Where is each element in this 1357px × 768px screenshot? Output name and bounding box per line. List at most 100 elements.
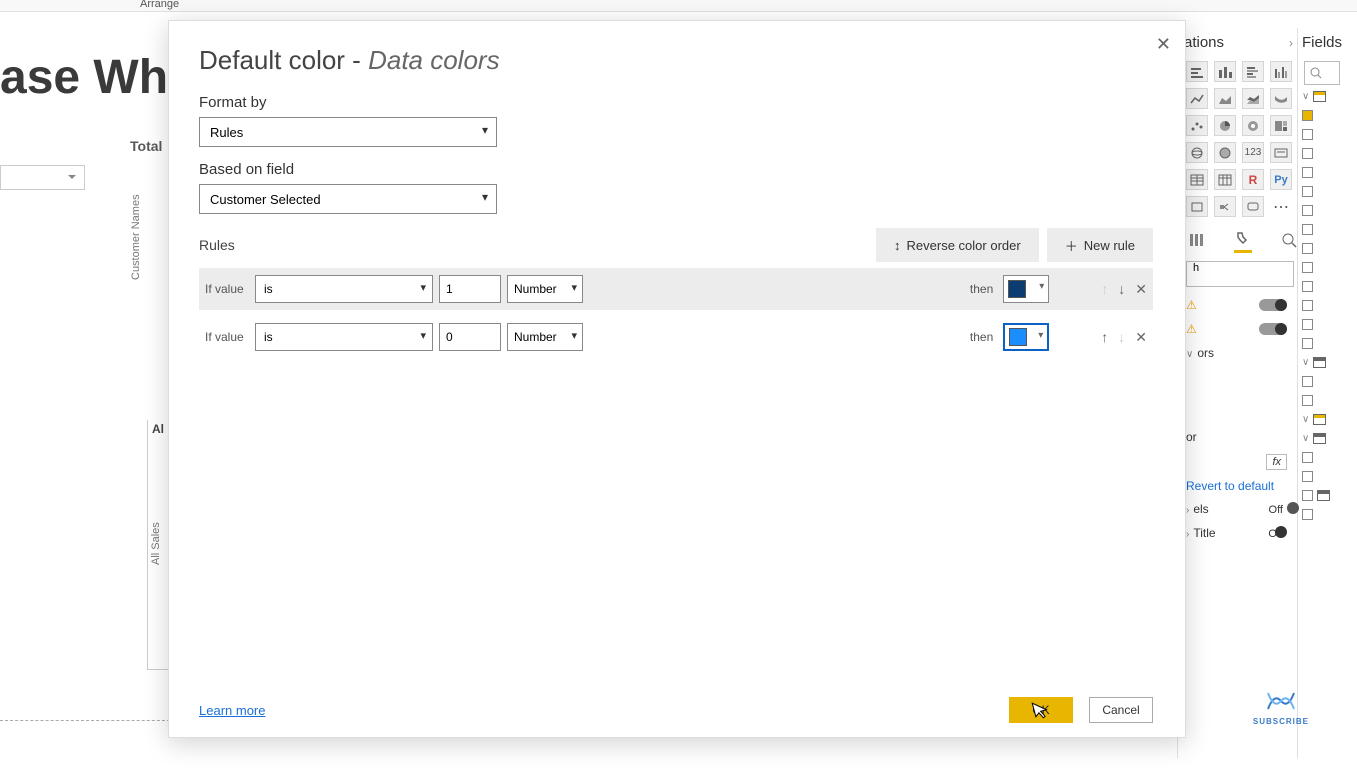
- field-item[interactable]: [1302, 262, 1353, 273]
- viz-pie-icon[interactable]: [1214, 115, 1236, 136]
- rule-value-input[interactable]: [439, 275, 501, 303]
- viz-scatter-icon[interactable]: [1186, 115, 1208, 136]
- field-item[interactable]: ∨: [1302, 414, 1353, 425]
- learn-more-link[interactable]: Learn more: [199, 703, 265, 718]
- analytics-tab-icon[interactable]: [1280, 231, 1298, 253]
- based-on-field-select[interactable]: Customer Selected: [199, 184, 497, 214]
- new-rule-button[interactable]: ＋ New rule: [1047, 228, 1153, 262]
- checkbox-icon[interactable]: [1302, 167, 1313, 178]
- move-up-icon[interactable]: ↑: [1101, 330, 1108, 344]
- rule-type-select[interactable]: Number: [507, 323, 583, 351]
- field-item[interactable]: [1302, 395, 1353, 406]
- rule-operator-select[interactable]: is: [255, 275, 433, 303]
- rule-operator-select[interactable]: is: [255, 323, 433, 351]
- field-item[interactable]: [1302, 243, 1353, 254]
- field-item[interactable]: [1302, 281, 1353, 292]
- format-data-labels-row[interactable]: ›els Off: [1184, 497, 1289, 521]
- delete-rule-icon[interactable]: ✕: [1135, 282, 1147, 296]
- format-tab-icon[interactable]: [1234, 231, 1252, 253]
- field-item[interactable]: [1302, 167, 1353, 178]
- delete-rule-icon[interactable]: ✕: [1135, 330, 1147, 344]
- viz-qa-icon[interactable]: [1242, 196, 1264, 217]
- viz-table-icon[interactable]: [1186, 169, 1208, 190]
- viz-card-icon[interactable]: [1270, 142, 1292, 163]
- field-item[interactable]: [1302, 205, 1353, 216]
- viz-decomposition-icon[interactable]: [1214, 196, 1236, 217]
- format-slider-row[interactable]: ⚠: [1184, 317, 1289, 341]
- checkbox-icon[interactable]: [1302, 129, 1313, 140]
- fields-search-input[interactable]: [1304, 61, 1340, 85]
- reverse-color-order-button[interactable]: ↕ Reverse color order: [876, 228, 1039, 262]
- format-title-row[interactable]: ›Title On: [1184, 521, 1289, 545]
- close-icon[interactable]: ✕: [1156, 35, 1171, 53]
- viz-key-influencers-icon[interactable]: [1186, 196, 1208, 217]
- field-item[interactable]: [1302, 319, 1353, 330]
- checkbox-icon[interactable]: [1302, 186, 1313, 197]
- rule-type-select[interactable]: Number: [507, 275, 583, 303]
- checkbox-icon[interactable]: [1302, 452, 1313, 463]
- rule-color-picker[interactable]: [1003, 275, 1049, 303]
- rule-value-input[interactable]: [439, 323, 501, 351]
- ok-button[interactable]: OK: [1009, 697, 1073, 723]
- checkbox-icon[interactable]: [1302, 243, 1313, 254]
- checkbox-icon[interactable]: [1302, 224, 1313, 235]
- format-search-input[interactable]: [1186, 261, 1294, 287]
- field-item[interactable]: [1302, 509, 1353, 520]
- checkbox-icon[interactable]: [1302, 148, 1313, 159]
- collapse-icon[interactable]: ›: [1289, 36, 1293, 50]
- viz-stacked-area-icon[interactable]: [1242, 88, 1264, 109]
- format-by-select[interactable]: Rules: [199, 117, 497, 147]
- viz-area-icon[interactable]: [1214, 88, 1236, 109]
- field-item[interactable]: ∨: [1302, 91, 1353, 102]
- fields-tab-icon[interactable]: [1188, 231, 1206, 253]
- cancel-button[interactable]: Cancel: [1089, 697, 1153, 723]
- field-item[interactable]: [1302, 471, 1353, 482]
- viz-column-icon[interactable]: [1214, 61, 1236, 82]
- checkbox-icon[interactable]: [1302, 376, 1313, 387]
- move-down-icon[interactable]: ↓: [1118, 282, 1125, 296]
- viz-map-icon[interactable]: [1186, 142, 1208, 163]
- field-item[interactable]: [1302, 224, 1353, 235]
- viz-matrix-icon[interactable]: [1214, 169, 1236, 190]
- ribbon-arrange-label[interactable]: Arrange: [140, 0, 179, 10]
- viz-donut-icon[interactable]: [1242, 115, 1264, 136]
- field-item[interactable]: [1302, 110, 1353, 121]
- format-slider-row[interactable]: ⚠: [1184, 293, 1289, 317]
- field-item[interactable]: [1302, 490, 1353, 501]
- field-item[interactable]: [1302, 300, 1353, 311]
- field-item[interactable]: [1302, 376, 1353, 387]
- field-item[interactable]: [1302, 338, 1353, 349]
- viz-clustered-column-icon[interactable]: [1270, 61, 1292, 82]
- checkbox-icon[interactable]: [1302, 110, 1313, 121]
- toggle-icon[interactable]: [1259, 323, 1287, 335]
- checkbox-icon[interactable]: [1302, 490, 1313, 501]
- field-item[interactable]: [1302, 186, 1353, 197]
- viz-filled-map-icon[interactable]: [1214, 142, 1236, 163]
- checkbox-icon[interactable]: [1302, 338, 1313, 349]
- viz-treemap-icon[interactable]: [1270, 115, 1292, 136]
- format-default-color-row[interactable]: or: [1184, 425, 1289, 449]
- checkbox-icon[interactable]: [1302, 509, 1313, 520]
- checkbox-icon[interactable]: [1302, 471, 1313, 482]
- checkbox-icon[interactable]: [1302, 395, 1313, 406]
- viz-stacked-bar-icon[interactable]: [1186, 61, 1208, 82]
- viz-line-icon[interactable]: [1186, 88, 1208, 109]
- rule-color-picker[interactable]: [1003, 323, 1049, 351]
- format-data-colors-row[interactable]: ∨ors: [1184, 341, 1289, 365]
- field-item[interactable]: ∨: [1302, 357, 1353, 368]
- viz-python-icon[interactable]: Py: [1270, 169, 1292, 190]
- slicer-dropdown[interactable]: [0, 165, 85, 190]
- viz-more-icon[interactable]: ⋯: [1270, 196, 1292, 217]
- toggle-icon[interactable]: [1259, 299, 1287, 311]
- field-item[interactable]: [1302, 148, 1353, 159]
- viz-gauge-icon[interactable]: 123: [1242, 142, 1264, 163]
- field-item[interactable]: [1302, 452, 1353, 463]
- viz-ribbon-icon[interactable]: [1270, 88, 1292, 109]
- format-fx-button[interactable]: fx: [1184, 449, 1289, 475]
- checkbox-icon[interactable]: [1302, 319, 1313, 330]
- checkbox-icon[interactable]: [1302, 281, 1313, 292]
- viz-r-script-icon[interactable]: R: [1242, 169, 1264, 190]
- viz-clustered-bar-icon[interactable]: [1242, 61, 1264, 82]
- checkbox-icon[interactable]: [1302, 262, 1313, 273]
- checkbox-icon[interactable]: [1302, 205, 1313, 216]
